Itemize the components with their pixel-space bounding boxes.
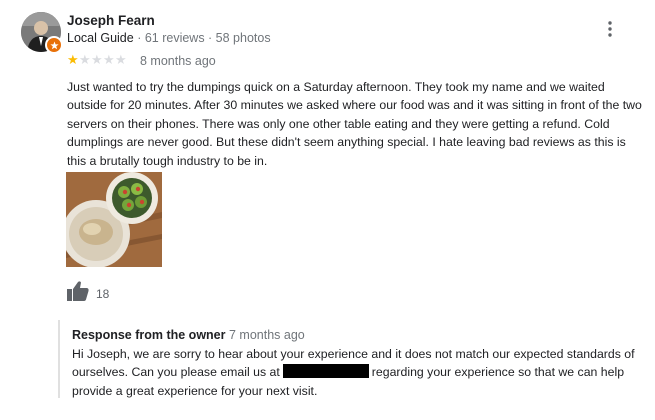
author-stats: 61 reviews · 58 photos — [144, 31, 271, 45]
star-empty-icon: ★ — [79, 52, 91, 67]
review-time: 8 months ago — [140, 54, 216, 68]
star-empty-icon: ★ — [115, 52, 127, 67]
review-text: Just wanted to try the dumpings quick on… — [67, 80, 642, 168]
dumplings-photo — [66, 172, 162, 267]
local-guide-star-icon — [45, 36, 63, 54]
owner-response-label: Response from the owner — [72, 328, 226, 342]
owner-response-text: Hi Joseph, we are sorry to hear about yo… — [72, 345, 648, 400]
star-empty-icon: ★ — [91, 52, 103, 67]
response-divider — [58, 320, 60, 398]
author-name[interactable]: Joseph Fearn — [67, 13, 155, 28]
star-rating: ★ ★ ★ ★ ★ — [67, 53, 127, 66]
author-meta: Local Guide · 61 reviews · 58 photos — [67, 31, 271, 45]
more-vert-icon[interactable] — [603, 18, 617, 40]
owner-response-header: Response from the owner 7 months ago — [72, 328, 305, 342]
author-level: Local Guide — [67, 31, 134, 45]
star-empty-icon: ★ — [103, 52, 115, 67]
review-photo[interactable] — [66, 172, 162, 267]
redacted-email — [282, 364, 369, 379]
star-filled-icon: ★ — [67, 52, 79, 67]
owner-response-time: 7 months ago — [228, 328, 305, 342]
like-count: 18 — [96, 287, 110, 301]
thumb-up-icon[interactable] — [66, 280, 90, 302]
